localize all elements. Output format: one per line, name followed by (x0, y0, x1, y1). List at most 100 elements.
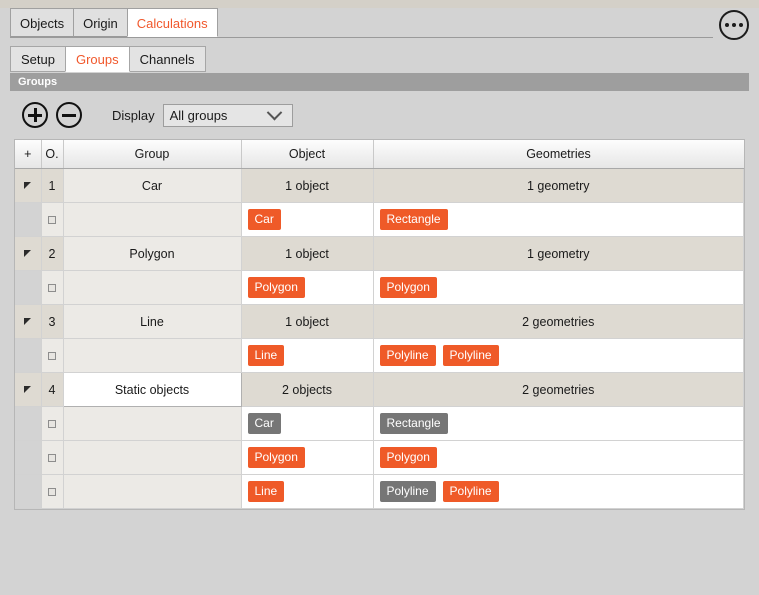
subrow-geometry-chips-content: Polygon (374, 441, 744, 474)
table-row[interactable]: 3 Line 1 object 2 geometries (15, 304, 744, 339)
row-group-name-cell[interactable]: Static objects (62, 372, 242, 407)
subrow-geometry-chips: Polygon (373, 270, 744, 305)
table-body: 1 Car 1 object 1 geometry Car Rectangle 2 Polyg… (15, 168, 744, 509)
subrow-geometry-chips-content: Rectangle (374, 407, 744, 440)
section-header-label: Groups (18, 76, 58, 88)
subrow-geometry-chips-content: Rectangle (374, 203, 744, 236)
display-filter-select[interactable]: All groups (162, 103, 293, 127)
chip[interactable]: Rectangle (379, 413, 448, 434)
table-subrow[interactable]: Line Polyline Polyline (15, 338, 744, 373)
chip[interactable]: Car (247, 209, 281, 230)
more-options-button[interactable] (719, 10, 749, 40)
groups-table: + O. Group Object Geometries 1 Car 1 objec… (14, 139, 745, 510)
table-row[interactable]: 1 Car 1 object 1 geometry (15, 168, 744, 203)
row-order-cell: 2 (41, 236, 64, 271)
subrow-object-chips: Car (241, 406, 374, 441)
chevron-down-icon (266, 104, 282, 120)
tab-groups[interactable]: Groups (64, 46, 130, 72)
column-header-group[interactable]: Group (63, 140, 242, 169)
subrow-spacer (15, 474, 42, 509)
subrow-spacer (15, 406, 42, 441)
subrow-group-cell (63, 270, 242, 305)
chip[interactable]: Polygon (247, 277, 305, 298)
table-subrow[interactable]: Car Rectangle (15, 202, 744, 237)
subrow-object-chips: Polygon (241, 440, 374, 475)
triangle-collapse-icon (24, 250, 32, 257)
subrow-spacer (15, 440, 42, 475)
ellipsis-dot-icon (725, 23, 729, 27)
remove-group-button[interactable] (56, 102, 82, 128)
chip[interactable]: Polyline (379, 481, 436, 502)
column-header-add[interactable]: + (15, 140, 42, 169)
table-subrow[interactable]: Line Polyline Polyline (15, 474, 744, 509)
tab-setup-label: Setup (21, 52, 55, 67)
table-subrow[interactable]: Polygon Polygon (15, 440, 744, 475)
chip[interactable]: Line (247, 481, 285, 502)
row-object-summary-cell: 1 object (241, 304, 374, 339)
subrow-geometry-chips-content: Polyline Polyline (374, 475, 744, 508)
subrow-group-cell (63, 474, 242, 509)
chip[interactable]: Line (247, 345, 285, 366)
subrow-geometry-chips-content: Polygon (374, 271, 744, 304)
subrow-object-chips-content: Car (242, 407, 373, 440)
main-tab-strip: Objects Origin Calculations (0, 8, 759, 40)
column-header-order[interactable]: O. (41, 140, 64, 169)
minus-icon (62, 113, 76, 117)
tab-objects-label: Objects (20, 16, 65, 31)
chip[interactable]: Polygon (247, 447, 305, 468)
tab-origin[interactable]: Origin (73, 8, 128, 37)
subrow-geometry-chips: Polyline Polyline (373, 474, 744, 509)
row-group-name-cell[interactable]: Line (63, 304, 242, 339)
row-expander-toggle[interactable] (15, 304, 42, 339)
row-object-summary-cell: 2 objects (241, 372, 374, 407)
tab-setup[interactable]: Setup (10, 46, 66, 72)
chip[interactable]: Polyline (442, 481, 499, 502)
column-header-object[interactable]: Object (241, 140, 374, 169)
subrow-object-chips-content: Polygon (242, 271, 373, 304)
subrow-geometry-chips: Rectangle (373, 406, 744, 441)
tab-calculations[interactable]: Calculations (126, 8, 218, 37)
chip[interactable]: Polyline (442, 345, 499, 366)
table-row[interactable]: 2 Polygon 1 object 1 geometry (15, 236, 744, 271)
row-object-summary-cell: 1 object (241, 168, 374, 203)
tab-channels[interactable]: Channels (128, 46, 206, 72)
row-expander-toggle[interactable] (15, 168, 42, 203)
column-header-geometries[interactable]: Geometries (373, 140, 744, 169)
subrow-marker-cell (41, 474, 64, 509)
subrow-marker-cell (41, 338, 64, 373)
groups-toolbar: Display All groups (0, 91, 759, 139)
row-geometry-summary-cell: 1 geometry (373, 236, 744, 271)
subrow-group-cell (63, 202, 242, 237)
subrow-marker-cell (41, 440, 64, 475)
table-row[interactable]: 4 Static objects 2 objects 2 geometries (15, 372, 744, 407)
row-expander-toggle[interactable] (15, 236, 42, 271)
subrow-spacer (15, 202, 42, 237)
table-subrow[interactable]: Car Rectangle (15, 406, 744, 441)
chip[interactable]: Car (247, 413, 281, 434)
table-subrow[interactable]: Polygon Polygon (15, 270, 744, 305)
table-header-row: + O. Group Object Geometries (15, 140, 744, 169)
add-group-button[interactable] (22, 102, 48, 128)
row-order-cell: 3 (41, 304, 64, 339)
tab-calculations-label: Calculations (136, 16, 208, 31)
small-square-icon (48, 419, 56, 428)
display-filter-value: All groups (169, 107, 228, 123)
subrow-group-cell (63, 440, 242, 475)
chip[interactable]: Polygon (379, 277, 437, 298)
subrow-object-chips-content: Polygon (242, 441, 373, 474)
tab-objects[interactable]: Objects (10, 8, 75, 37)
subrow-object-chips: Line (241, 338, 374, 373)
chip[interactable]: Polyline (379, 345, 436, 366)
chip[interactable]: Rectangle (379, 209, 448, 230)
subrow-object-chips: Polygon (241, 270, 374, 305)
subrow-group-cell (63, 406, 242, 441)
sub-tab-strip: Setup Groups Channels (0, 46, 759, 73)
subrow-marker-cell (41, 202, 64, 237)
chip[interactable]: Polygon (379, 447, 437, 468)
row-group-name-cell[interactable]: Car (63, 168, 242, 203)
row-object-summary-cell: 1 object (241, 236, 374, 271)
row-group-name-cell[interactable]: Polygon (63, 236, 242, 271)
triangle-collapse-icon (24, 318, 32, 325)
row-expander-toggle[interactable] (15, 372, 42, 407)
subrow-object-chips: Car (241, 202, 374, 237)
